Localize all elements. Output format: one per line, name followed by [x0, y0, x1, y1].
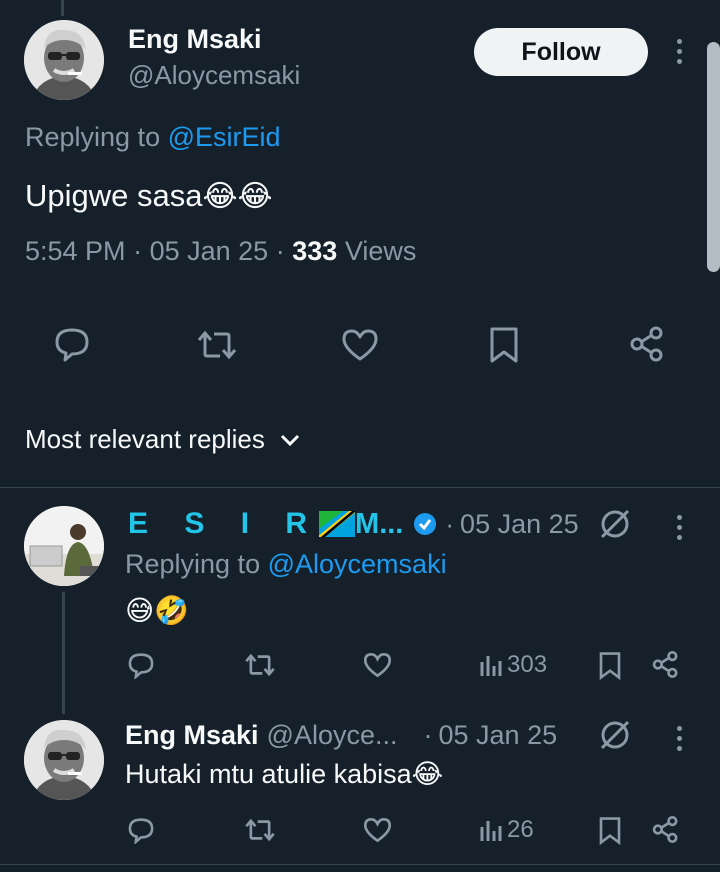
grok-icon[interactable]	[598, 718, 632, 752]
tweet-date: 05 Jan 25	[149, 236, 269, 266]
reply-text-body: Hutaki mtu atulie kabisa	[125, 759, 412, 789]
reply-author-name: Eng Msaki	[125, 719, 259, 750]
views-count: 333	[292, 236, 338, 266]
avatar[interactable]	[24, 720, 104, 800]
share-icon[interactable]	[651, 815, 680, 844]
retweet-icon[interactable]	[196, 328, 238, 362]
bookmark-icon[interactable]	[598, 816, 622, 845]
scrollbar[interactable]	[707, 42, 720, 272]
thread-line-reply	[62, 592, 65, 714]
replying-to-link[interactable]: @EsirEid	[168, 122, 281, 152]
tweet-text-body: Upigwe sasa	[25, 178, 203, 213]
like-icon[interactable]	[363, 817, 392, 843]
views-count: 26	[507, 816, 534, 843]
share-icon[interactable]	[651, 650, 680, 679]
avatar[interactable]	[24, 20, 104, 100]
like-icon[interactable]	[341, 328, 379, 362]
views-icon	[479, 817, 503, 843]
tanzania-flag-icon	[319, 511, 356, 537]
divider	[0, 487, 720, 488]
reply-author-suffix: M...	[355, 507, 404, 540]
more-icon[interactable]	[674, 515, 684, 540]
replies-sort-label: Most relevant replies	[25, 424, 265, 454]
tweet-meta: 5:54 PM · 05 Jan 25 · 333 Views	[25, 236, 416, 267]
reply-text: Hutaki mtu atulie kabisa😂	[125, 759, 443, 790]
author-handle[interactable]: @Aloycemsaki	[128, 60, 300, 91]
divider	[0, 864, 720, 865]
author-name[interactable]: Eng Msaki	[128, 24, 262, 55]
chevron-down-icon	[279, 433, 301, 447]
replying-to: Replying to @EsirEid	[25, 122, 281, 153]
meta-separator: ·	[445, 508, 455, 539]
grok-icon[interactable]	[598, 507, 632, 541]
retweet-icon[interactable]	[244, 652, 276, 678]
replying-prefix: Replying to	[125, 549, 261, 579]
verified-icon	[413, 512, 437, 536]
bookmark-icon[interactable]	[488, 326, 520, 364]
bookmark-icon[interactable]	[598, 651, 622, 680]
meta-separator: ·	[275, 236, 285, 266]
tweet-text: Upigwe sasa😂😂	[25, 178, 273, 214]
share-icon[interactable]	[628, 325, 666, 363]
follow-button[interactable]: Follow	[474, 28, 648, 76]
views-stat[interactable]: 303	[479, 651, 547, 679]
reply-replying-to: Replying to @Aloycemsaki	[125, 549, 447, 580]
reply-author-row[interactable]: Eng Msaki @Aloyce... · 05 Jan 25	[125, 718, 557, 752]
views-icon	[479, 652, 503, 678]
meta-separator: ·	[423, 719, 433, 750]
retweet-icon[interactable]	[244, 817, 276, 843]
views-count: 303	[507, 651, 548, 678]
meta-separator: ·	[133, 236, 143, 266]
like-icon[interactable]	[363, 652, 392, 678]
more-icon[interactable]	[674, 726, 684, 751]
tears-of-joy-emoji: 😂	[411, 759, 444, 789]
avatar[interactable]	[24, 506, 104, 586]
tears-of-joy-emoji: 😂😂	[202, 180, 273, 213]
tweet-time: 5:54 PM	[25, 236, 126, 266]
reply-author-name: E S I R	[128, 507, 322, 540]
replying-prefix: Replying to	[25, 122, 161, 152]
reply-date: 05 Jan 25	[438, 719, 558, 750]
thread-line-top	[61, 0, 64, 16]
replying-to-link[interactable]: @Aloycemsaki	[268, 549, 447, 579]
reply-date: 05 Jan 25	[460, 508, 579, 539]
reply-author-row[interactable]: E S I R M... · 05 Jan 25	[128, 506, 579, 542]
reply-icon[interactable]	[127, 651, 155, 679]
replies-sort[interactable]: Most relevant replies	[25, 424, 301, 455]
laughing-emoji: 😅🤣	[125, 595, 190, 626]
views-label: Views	[344, 236, 417, 266]
more-icon[interactable]	[674, 39, 684, 64]
reply-icon[interactable]	[127, 816, 155, 844]
reply-author-handle: @Aloyce...	[266, 719, 398, 750]
views-stat[interactable]: 26	[479, 816, 534, 844]
reply-icon[interactable]	[53, 326, 91, 362]
reply-text: 😅🤣	[125, 594, 189, 627]
